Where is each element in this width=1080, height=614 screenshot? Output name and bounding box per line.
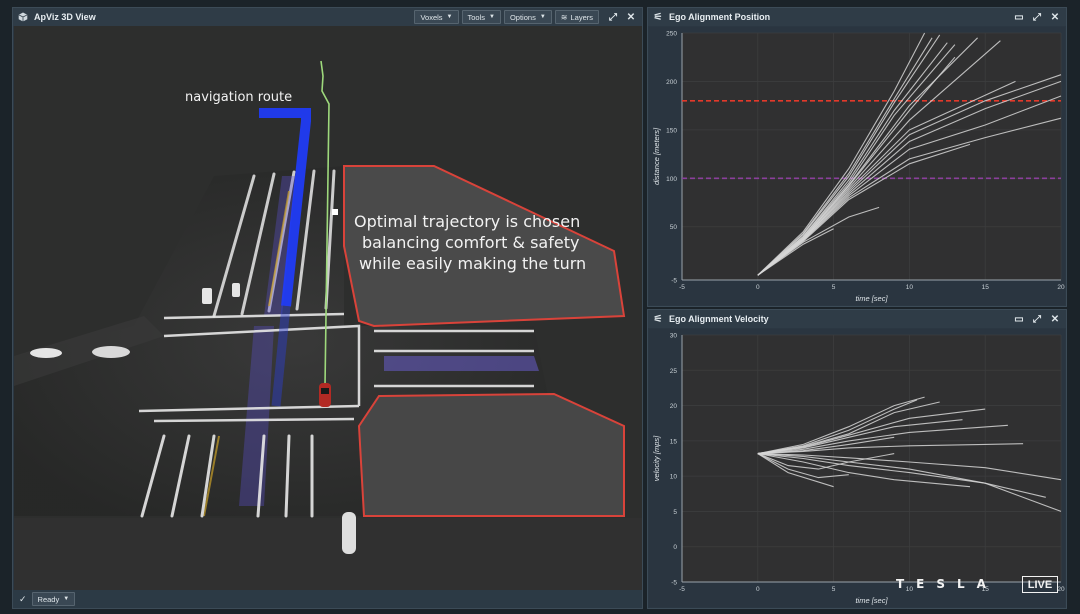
- caption-text: Optimal trajectory is chosen balancing c…: [354, 211, 642, 274]
- position-chart: -5 0 5 10 15 20 -5 50 100 150 200 250 time [sec] dist…: [649, 27, 1065, 305]
- y-tick-label: 25: [670, 368, 678, 375]
- caption-line-1: Optimal trajectory is chosen: [354, 212, 581, 231]
- y-tick-label: 30: [670, 333, 678, 340]
- x-tick-label: 10: [906, 284, 914, 291]
- y-tick-label: -5: [671, 278, 677, 285]
- close-icon[interactable]: ✕: [624, 10, 638, 24]
- y-tick-label: 200: [666, 79, 677, 86]
- caption-line-3: while easily making the turn: [359, 254, 587, 273]
- options-label: Options: [509, 12, 536, 22]
- y-axis-label: velocity [mps]: [652, 435, 661, 481]
- x-tick-label: 0: [756, 586, 760, 593]
- velocity-title: Ego Alignment Velocity: [669, 314, 769, 324]
- x-tick-label: 0: [756, 284, 760, 291]
- layers-label: Layers: [570, 12, 593, 22]
- x-axis-label: time [sec]: [855, 596, 888, 605]
- expand-icon[interactable]: ⤢: [606, 10, 620, 24]
- cube-icon: [16, 10, 30, 24]
- layers-button[interactable]: ≋ Layers: [554, 10, 599, 24]
- x-tick-label: 20: [1057, 284, 1065, 291]
- x-tick-label: 5: [832, 586, 836, 593]
- options-dropdown[interactable]: Options ▼: [503, 10, 552, 24]
- y-tick-label: 50: [670, 224, 678, 231]
- position-header: ⚟ Ego Alignment Position ▭ ⤢ ✕: [648, 8, 1066, 26]
- y-tick-label: 5: [673, 509, 677, 516]
- position-panel: ⚟ Ego Alignment Position ▭ ⤢ ✕ -5 0 5 10 15 2…: [647, 7, 1067, 307]
- tools-label: Tools: [467, 12, 486, 22]
- tools-dropdown[interactable]: Tools ▼: [461, 10, 501, 24]
- status-dropdown[interactable]: Ready ▼: [31, 592, 76, 606]
- chevron-down-icon: ▼: [446, 14, 453, 20]
- x-tick-label: 15: [982, 284, 990, 291]
- position-title: Ego Alignment Position: [669, 12, 771, 22]
- velocity-chart: -5 0 5 10 15 20-5051015202530time [sec]veloci…: [649, 329, 1065, 607]
- y-axis-label: distance [meters]: [652, 127, 661, 185]
- viewer-panel: ApViz 3D View Voxels ▼ Tools ▼ Options ▼ ≋ L…: [12, 7, 643, 609]
- y-tick-label: 0: [673, 544, 677, 551]
- y-tick-label: 15: [670, 438, 678, 445]
- scene-render: [14, 26, 642, 601]
- tesla-logo: TESLA: [896, 577, 998, 591]
- chevron-down-icon: ▼: [539, 14, 546, 20]
- window-icon[interactable]: ▭: [1012, 10, 1026, 24]
- y-tick-label: 150: [666, 127, 677, 134]
- x-tick-label: 20: [1057, 586, 1065, 593]
- check-icon: ✓: [19, 593, 27, 604]
- y-tick-label: -5: [671, 580, 677, 587]
- viewer-header: ApViz 3D View Voxels ▼ Tools ▼ Options ▼ ≋ L…: [13, 8, 642, 26]
- y-tick-label: 100: [666, 176, 677, 183]
- x-tick-label: -5: [679, 586, 685, 593]
- status-label: Ready: [37, 594, 60, 604]
- y-tick-label: 10: [670, 474, 678, 481]
- window-icon[interactable]: ▭: [1012, 312, 1026, 326]
- live-badge: LIVE: [1022, 576, 1058, 593]
- layers-icon: ≋: [560, 12, 568, 22]
- voxels-label: Voxels: [420, 12, 443, 22]
- y-tick-label: 250: [666, 31, 677, 38]
- velocity-header: ⚟ Ego Alignment Velocity ▭ ⤢ ✕: [648, 310, 1066, 328]
- y-tick-label: 20: [670, 403, 678, 410]
- chevron-down-icon: ▼: [63, 596, 70, 602]
- chart-icon: ⚟: [653, 313, 663, 325]
- x-tick-label: 5: [832, 284, 836, 291]
- expand-icon[interactable]: ⤢: [1030, 10, 1044, 24]
- viewer-title: ApViz 3D View: [34, 12, 96, 22]
- x-tick-label: -5: [679, 284, 685, 291]
- ego-car: [319, 383, 331, 407]
- chevron-down-icon: ▼: [489, 14, 495, 20]
- voxels-dropdown[interactable]: Voxels ▼: [414, 10, 459, 24]
- x-axis-label: time [sec]: [855, 294, 888, 303]
- plot-area: [682, 33, 1061, 280]
- chart-icon: ⚟: [653, 11, 663, 23]
- velocity-panel: ⚟ Ego Alignment Velocity ▭ ⤢ ✕ -5 0 5 10 15 2…: [647, 309, 1067, 609]
- 3d-viewport[interactable]: navigation route Optimal trajectory is c…: [14, 26, 642, 601]
- navigation-route-label: navigation route: [185, 90, 293, 105]
- close-icon[interactable]: ✕: [1048, 10, 1062, 24]
- close-icon[interactable]: ✕: [1048, 312, 1062, 326]
- expand-icon[interactable]: ⤢: [1030, 312, 1044, 326]
- status-bar: ✓ Ready ▼: [13, 590, 642, 608]
- plot-area: [682, 335, 1061, 582]
- caption-line-2: balancing comfort & safety: [362, 233, 580, 252]
